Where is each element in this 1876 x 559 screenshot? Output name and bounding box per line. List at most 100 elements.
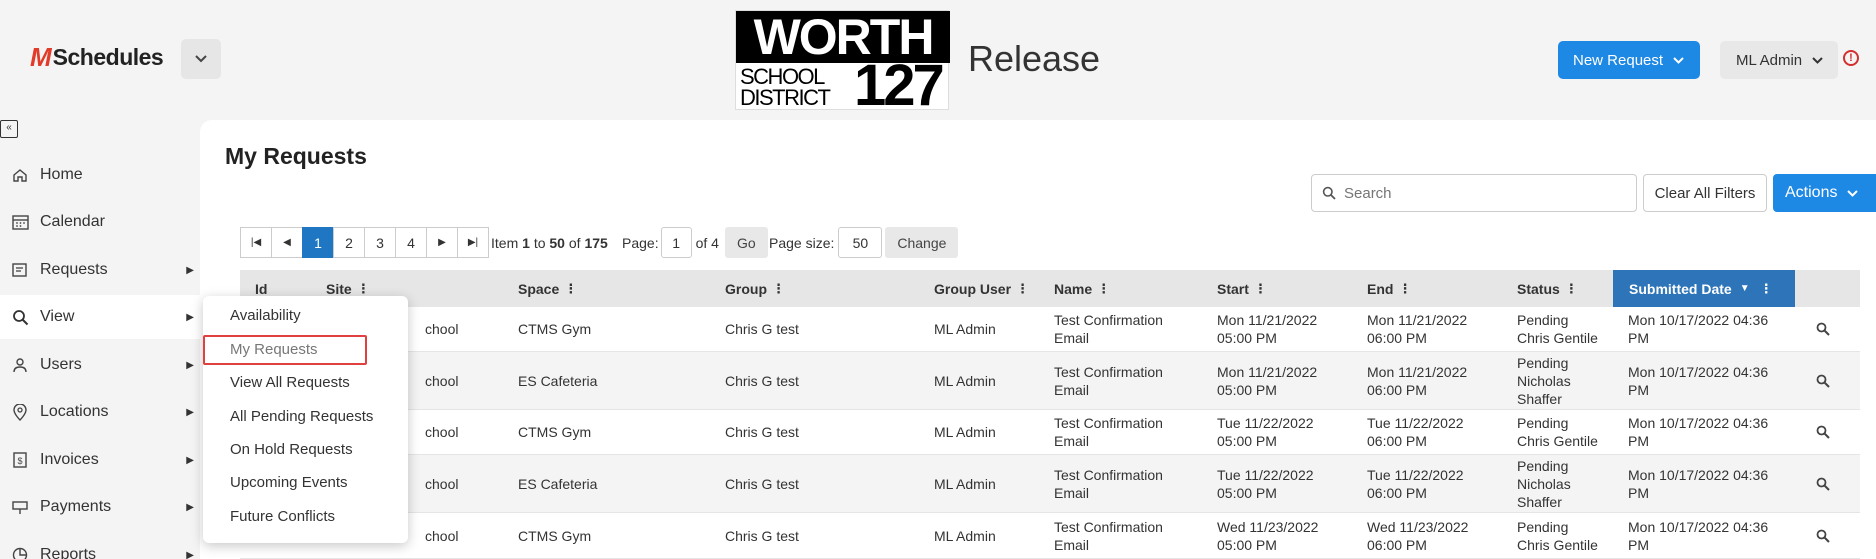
column-menu-icon[interactable]: ⋮ — [1097, 281, 1110, 297]
column-header-name[interactable]: Name ⋮ — [1054, 270, 1110, 307]
table-cell: Test Confirmation Email — [1054, 466, 1163, 501]
cell-space: CTMS Gym — [518, 424, 592, 440]
sort-desc-icon: ▼ — [1739, 283, 1750, 294]
view-details-button[interactable] — [1816, 307, 1830, 351]
page-button-2[interactable]: 2 — [333, 227, 365, 258]
table-cell: Mon 11/21/2022 05:00 PM — [1217, 363, 1318, 398]
first-page-button[interactable]: |◀ — [240, 227, 272, 258]
app-switcher-button[interactable] — [181, 39, 221, 79]
sidebar-item-locations[interactable]: Locations ▶ — [0, 390, 200, 434]
location-icon — [13, 403, 27, 421]
view-details-button[interactable] — [1816, 352, 1830, 409]
column-header-end[interactable]: End ⋮ — [1367, 270, 1411, 307]
table-cell: Pending Chris Gentile — [1517, 518, 1598, 553]
chevron-down-icon — [1812, 56, 1823, 64]
table-row[interactable]: chool CTMS Gym Chris G test ML Admin Tes… — [240, 307, 1860, 352]
chevron-down-icon — [1847, 189, 1859, 197]
caret-right-icon: ▶ — [186, 406, 194, 418]
actions-button[interactable]: Actions — [1773, 174, 1876, 212]
sidebar-item-calendar[interactable]: Calendar — [0, 200, 200, 244]
table-row[interactable]: chool ES Cafeteria Chris G test ML Admin… — [240, 352, 1860, 410]
alert-icon[interactable]: ! — [1843, 50, 1859, 66]
view-details-button[interactable] — [1816, 410, 1830, 454]
page-button-1[interactable]: 1 — [302, 227, 334, 258]
column-menu-icon[interactable]: ⋮ — [1760, 281, 1773, 297]
column-menu-icon[interactable]: ⋮ — [1398, 281, 1411, 297]
menu-item-view-all-requests[interactable]: View All Requests — [230, 374, 350, 391]
user-menu-button[interactable]: ML Admin — [1720, 41, 1838, 79]
column-menu-icon[interactable]: ⋮ — [357, 281, 370, 297]
column-header-group-user[interactable]: Group User ⋮ — [934, 270, 1029, 307]
payment-icon — [12, 501, 28, 514]
change-page-size-button[interactable]: Change — [885, 227, 959, 258]
table-cell: Pending Chris Gentile — [1517, 312, 1598, 346]
table-header: Id Site ⋮ Space ⋮ Group ⋮ Group User ⋮ Name ⋮… — [240, 270, 1860, 307]
cell-group: Chris G test — [725, 372, 799, 389]
menu-item-on-hold-requests[interactable]: On Hold Requests — [230, 441, 353, 458]
magnifier-icon — [1816, 529, 1830, 543]
caret-right-icon: ▶ — [186, 454, 194, 466]
logo-text: Schedules — [52, 44, 164, 70]
table-cell: Mon 10/17/2022 04:36 PM — [1628, 466, 1769, 501]
prev-page-button[interactable]: ◀ — [271, 227, 303, 258]
home-icon — [13, 169, 27, 182]
cell-group: Chris G test — [725, 527, 799, 544]
menu-item-all-pending-requests[interactable]: All Pending Requests — [230, 408, 373, 425]
last-page-button[interactable]: ▶| — [457, 227, 489, 258]
sidebar-item-users[interactable]: Users ▶ — [0, 343, 200, 387]
column-menu-icon[interactable]: ⋮ — [1565, 281, 1578, 297]
table-cell: Test Confirmation Email — [1054, 415, 1163, 449]
cell-site: chool — [425, 475, 459, 492]
table-row[interactable]: chool ES Cafeteria Chris G test ML Admin… — [240, 455, 1860, 513]
cell-group-user: ML Admin — [934, 372, 996, 389]
column-menu-icon[interactable]: ⋮ — [1016, 281, 1029, 297]
column-header-status[interactable]: Status ⋮ — [1517, 270, 1578, 307]
cell-site: chool — [425, 424, 459, 440]
reports-icon — [12, 547, 28, 559]
table-cell: Wed 11/23/2022 05:00 PM — [1217, 518, 1319, 553]
view-details-button[interactable] — [1816, 513, 1830, 558]
caret-right-icon: ▶ — [186, 501, 194, 513]
column-menu-icon[interactable]: ⋮ — [772, 281, 785, 297]
sidebar-item-requests[interactable]: Requests ▶ — [0, 248, 200, 292]
cell-group: Chris G test — [725, 475, 799, 492]
cell-space: CTMS Gym — [518, 527, 592, 544]
magnifier-icon — [1816, 477, 1830, 491]
sidebar-item-reports[interactable]: Reports ▶ — [0, 533, 200, 559]
column-menu-icon[interactable]: ⋮ — [564, 281, 577, 297]
sidebar-item-home[interactable]: Home — [0, 153, 200, 197]
next-page-button[interactable]: ▶ — [426, 227, 458, 258]
new-request-button[interactable]: New Request — [1558, 41, 1700, 79]
sidebar-item-view[interactable]: View ▶ — [0, 295, 200, 339]
go-button[interactable]: Go — [724, 227, 768, 258]
table-cell: Mon 11/21/2022 06:00 PM — [1367, 363, 1468, 398]
menu-item-availability[interactable]: Availability — [230, 307, 301, 324]
column-header-space[interactable]: Space ⋮ — [518, 270, 577, 307]
search-icon — [1322, 186, 1336, 200]
calendar-icon — [11, 215, 29, 230]
app-header: M Schedules WORTH SCHOOL DISTRICT 127 Re… — [0, 0, 1876, 118]
page-size-input[interactable]: 50 — [838, 227, 883, 258]
page-button-3[interactable]: 3 — [364, 227, 396, 258]
page-button-4[interactable]: 4 — [395, 227, 427, 258]
table-row[interactable]: chool CTMS Gym Chris G test ML Admin Tes… — [240, 513, 1860, 559]
column-header-start[interactable]: Start ⋮ — [1217, 270, 1267, 307]
sidebar-item-payments[interactable]: Payments ▶ — [0, 485, 200, 529]
column-header-group[interactable]: Group ⋮ — [725, 270, 785, 307]
district-logo: WORTH SCHOOL DISTRICT 127 — [735, 10, 950, 115]
sidebar-item-invoices[interactable]: $ Invoices ▶ — [0, 438, 200, 482]
search-box[interactable] — [1311, 174, 1637, 212]
table-row[interactable]: chool CTMS Gym Chris G test ML Admin Tes… — [240, 410, 1860, 455]
menu-item-future-conflicts[interactable]: Future Conflicts — [230, 508, 335, 525]
chevron-down-icon — [1673, 56, 1684, 64]
search-input[interactable] — [1344, 184, 1604, 202]
clear-all-filters-button[interactable]: Clear All Filters — [1643, 174, 1767, 212]
menu-item-upcoming-events[interactable]: Upcoming Events — [230, 474, 348, 491]
column-menu-icon[interactable]: ⋮ — [1254, 281, 1267, 297]
page-number-input[interactable]: 1 — [660, 227, 692, 258]
app-logo[interactable]: M Schedules — [30, 42, 164, 73]
view-details-button[interactable] — [1816, 455, 1830, 512]
collapse-sidebar-icon[interactable]: « — [0, 120, 18, 138]
cell-space: ES Cafeteria — [518, 372, 598, 389]
column-header-submitted-date[interactable]: Submitted Date ▼ ⋮ — [1613, 270, 1795, 307]
